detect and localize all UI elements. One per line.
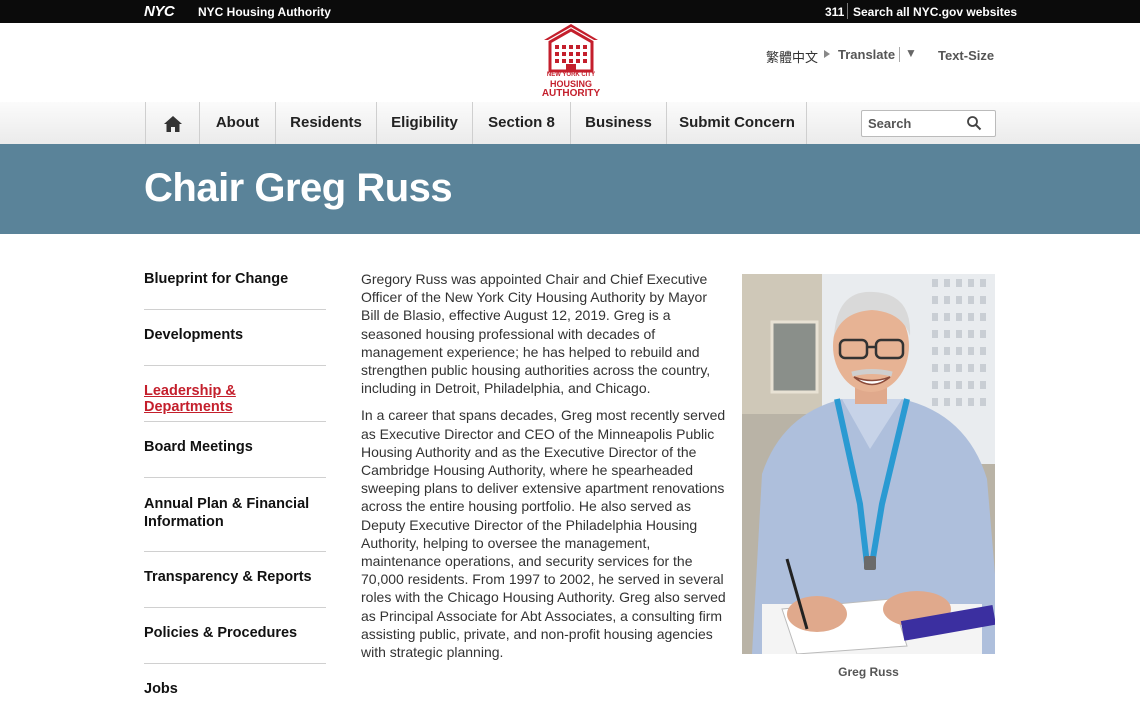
chair-portrait-photo (742, 274, 995, 654)
search-input[interactable] (868, 114, 963, 132)
bio-paragraph-2: In a career that spans decades, Greg mos… (361, 407, 726, 661)
translate-button[interactable]: Translate (838, 47, 895, 62)
agency-name[interactable]: NYC Housing Authority (198, 5, 331, 19)
link-311[interactable]: 311 (825, 5, 844, 19)
sidebar-item-developments[interactable]: Developments (144, 310, 326, 366)
photo-caption: Greg Russ (838, 665, 899, 679)
nav-eligibility[interactable]: Eligibility (376, 102, 472, 144)
logo-line-3: AUTHORITY (541, 88, 601, 99)
portrait-illustration (742, 274, 995, 654)
sidebar-item-leadership-departments[interactable]: Leadership & Departments (144, 366, 326, 422)
search-all-nyc-link[interactable]: Search all NYC.gov websites (853, 5, 1017, 19)
nav-home[interactable] (145, 102, 199, 144)
nav-submit-concern[interactable]: Submit Concern (666, 102, 807, 144)
sidebar-nav: Blueprint for Change Developments Leader… (144, 269, 326, 719)
sidebar-item-annual-plan[interactable]: Annual Plan & Financial Information (144, 478, 326, 552)
nav-about[interactable]: About (199, 102, 275, 144)
text-size-button[interactable]: Text-Size (938, 48, 994, 63)
bio-article: Gregory Russ was appointed Chair and Chi… (361, 270, 729, 670)
nav-section-8[interactable]: Section 8 (472, 102, 570, 144)
nyc-top-bar: NYC NYC Housing Authority 311 Search all… (0, 0, 1140, 23)
home-icon (163, 116, 182, 132)
page-banner: Chair Greg Russ (0, 144, 1140, 234)
site-header: NEW YORK CITY HOUSING AUTHORITY 繁體中文 Tra… (0, 23, 1140, 103)
nav-business[interactable]: Business (570, 102, 666, 144)
divider (847, 3, 848, 19)
search-icon[interactable] (966, 115, 982, 131)
building-logo-icon (544, 24, 598, 73)
search-box (861, 110, 996, 137)
sidebar-item-transparency-reports[interactable]: Transparency & Reports (144, 552, 326, 608)
sidebar-item-board-meetings[interactable]: Board Meetings (144, 422, 326, 478)
sidebar-item-blueprint-for-change[interactable]: Blueprint for Change (144, 269, 326, 310)
main-nav: About Residents Eligibility Section 8 Bu… (0, 102, 1140, 145)
logo-wordmark: NEW YORK CITY HOUSING AUTHORITY (532, 71, 610, 99)
sidebar-item-policies-procedures[interactable]: Policies & Procedures (144, 608, 326, 664)
nyc-logo[interactable]: NYC (144, 3, 175, 20)
chinese-language-link[interactable]: 繁體中文 (766, 47, 818, 66)
nycha-logo[interactable]: NEW YORK CITY HOUSING AUTHORITY (536, 23, 606, 99)
divider (899, 47, 900, 62)
divider (806, 102, 807, 144)
page-title: Chair Greg Russ (144, 166, 453, 210)
caret-right-icon (824, 50, 830, 58)
nav-residents[interactable]: Residents (275, 102, 376, 144)
translate-dropdown-icon[interactable]: ▼ (905, 46, 917, 60)
sidebar-item-jobs[interactable]: Jobs (144, 664, 326, 719)
bio-paragraph-1: Gregory Russ was appointed Chair and Chi… (361, 271, 711, 397)
